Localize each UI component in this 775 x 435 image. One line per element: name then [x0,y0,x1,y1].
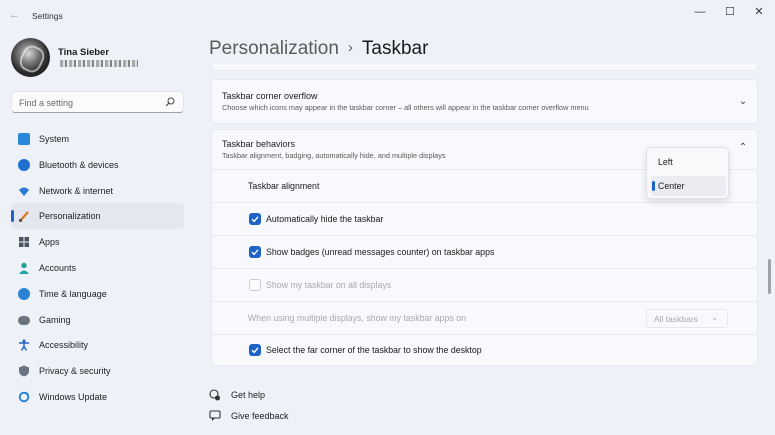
controller-icon [18,315,30,325]
apps-icon [18,236,30,248]
sidebar-item-system[interactable]: System [11,126,184,152]
sidebar-item-bluetooth[interactable]: Bluetooth & devices [11,152,184,178]
chevron-down-icon[interactable]: ⌄ [737,96,749,108]
scrollbar[interactable] [768,44,771,384]
breadcrumb-parent[interactable]: Personalization [209,38,339,59]
auto-hide-label: Automatically hide the taskbar [266,214,384,224]
wifi-icon [18,185,30,197]
search-box[interactable] [11,91,184,113]
sidebar-item-apps[interactable]: Apps [11,229,184,255]
sidebar-item-label: Accounts [39,262,77,273]
multi-display-dropdown[interactable]: All taskbars ⌄ [646,309,728,328]
close-button[interactable]: ✕ [745,4,773,20]
give-feedback-label: Give feedback [231,411,289,421]
help-icon [209,389,220,401]
sidebar-item-accessibility[interactable]: Accessibility [11,332,184,358]
far-corner-checkbox[interactable] [249,344,261,356]
globe-clock-icon [18,287,30,300]
search-input[interactable] [19,96,159,109]
accessibility-icon [18,339,30,352]
multi-display-label: When using multiple displays, show my ta… [248,313,467,323]
alignment-dropdown-menu: Left Center [646,147,729,199]
avatar[interactable] [11,38,50,77]
previous-card-edge [211,64,758,71]
feedback-icon [209,410,221,421]
sidebar-item-privacy[interactable]: Privacy & security [11,358,184,384]
monitor-icon [18,133,30,145]
alignment-option-left[interactable]: Left [651,152,726,172]
app-title: Settings [32,11,63,21]
shield-icon [18,365,30,377]
sidebar-nav: System Bluetooth & devices Network & int… [11,126,184,410]
sidebar-item-personalization[interactable]: Personalization [11,203,184,230]
user-name: Tina Sieber [58,47,110,58]
brush-icon [18,210,30,223]
taskbar-corner-overflow-card[interactable]: Taskbar corner overflow Choose which ico… [211,79,758,124]
all-displays-row: Show my taskbar on all displays [211,269,758,302]
sidebar-item-label: Windows Update [39,391,108,402]
person-icon [18,262,30,274]
back-arrow-icon[interactable]: ← [9,9,23,21]
sidebar-item-time-language[interactable]: Time & language [11,281,184,307]
all-displays-checkbox[interactable] [249,279,261,291]
sidebar-item-label: Gaming [39,314,71,325]
chevron-down-icon: ⌄ [711,313,718,322]
breadcrumb-separator: › [347,39,353,56]
taskbar-alignment-label: Taskbar alignment [248,181,320,191]
maximize-button[interactable]: ☐ [716,4,744,20]
search-icon[interactable] [165,97,175,107]
sidebar-item-label: Accessibility [39,340,89,351]
sidebar-item-label: Bluetooth & devices [39,159,119,170]
alignment-option-center[interactable]: Center [651,176,726,196]
sidebar-item-label: Apps [39,237,60,248]
breadcrumb: Personalization › Taskbar [209,38,428,60]
badges-checkbox[interactable] [249,246,261,258]
update-icon [18,391,30,403]
user-email-redacted [60,60,138,67]
sidebar-item-label: Time & language [39,288,107,299]
sidebar-item-accounts[interactable]: Accounts [11,255,184,281]
badges-row: Show badges (unread messages counter) on… [211,236,758,269]
sidebar-item-label: Personalization [39,211,101,222]
auto-hide-row: Automatically hide the taskbar [211,203,758,236]
sidebar-item-label: Network & internet [39,185,114,196]
bluetooth-icon [18,158,30,171]
page-title: Taskbar [361,38,429,59]
sidebar-item-label: System [39,134,70,144]
auto-hide-checkbox[interactable] [249,213,261,225]
chevron-up-icon[interactable]: ⌃ [737,142,749,154]
corner-overflow-title: Taskbar corner overflow [222,91,318,101]
minimize-button[interactable]: — [686,4,714,20]
sidebar-item-windows-update[interactable]: Windows Update [11,384,184,410]
scrollbar-thumb[interactable] [768,259,771,294]
sidebar-item-label: Privacy & security [39,366,111,377]
taskbar-behaviors-subtitle: Taskbar alignment, badging, automaticall… [222,151,446,160]
corner-overflow-subtitle: Choose which icons may appear in the tas… [222,103,589,112]
badges-label: Show badges (unread messages counter) on… [266,247,495,257]
all-displays-label: Show my taskbar on all displays [266,280,392,290]
sidebar-item-network[interactable]: Network & internet [11,178,184,204]
taskbar-behaviors-title: Taskbar behaviors [222,139,296,149]
get-help-label: Get help [231,390,266,400]
title-bar: ← Settings — ☐ ✕ [0,0,775,30]
sidebar-item-gaming[interactable]: Gaming [11,307,184,333]
far-corner-row: Select the far corner of the taskbar to … [211,335,758,366]
far-corner-label: Select the far corner of the taskbar to … [266,345,482,355]
multi-display-value: All taskbars [654,314,698,324]
